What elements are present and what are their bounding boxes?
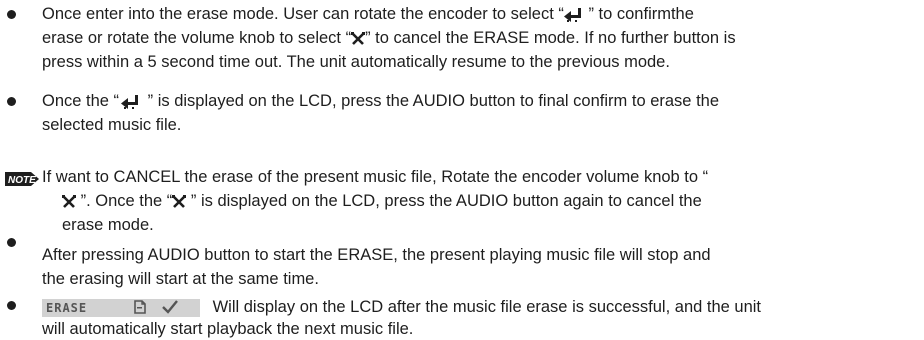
paragraph-line: erase mode. (62, 216, 154, 234)
enter-arrow-icon (563, 7, 581, 22)
bullet (7, 301, 16, 310)
paragraph-line: ERASE Will display on the LCD after the … (42, 296, 761, 318)
paragraph-line: the erasing will start at the same time. (42, 270, 319, 288)
paragraph-line: ”. Once the “ ” is displayed on the LCD,… (62, 190, 702, 212)
paragraph-line: erase or rotate the volume knob to selec… (42, 29, 736, 47)
paragraph-line: Once enter into the erase mode. User can… (42, 5, 694, 23)
cross-x-icon (172, 194, 187, 208)
paragraph-line: selected music file. (42, 116, 182, 134)
cross-x-icon (62, 194, 76, 208)
note-badge: NOTE (5, 172, 39, 191)
svg-text:NOTE: NOTE (8, 175, 36, 186)
file-icon (134, 299, 146, 314)
bullet (7, 238, 16, 247)
lcd-display: ERASE (42, 298, 200, 317)
cross-x-icon (351, 31, 366, 45)
bullet (7, 10, 16, 19)
paragraph-line: Once the “ ” is displayed on the LCD, pr… (42, 92, 719, 110)
bullet (7, 97, 16, 106)
enter-arrow-icon (121, 94, 139, 109)
paragraph-line: After pressing AUDIO button to start the… (42, 246, 711, 264)
paragraph-line: If want to CANCEL the erase of the prese… (42, 168, 709, 186)
paragraph-line: press within a 5 second time out. The un… (42, 53, 670, 71)
checkmark-icon (162, 299, 178, 314)
